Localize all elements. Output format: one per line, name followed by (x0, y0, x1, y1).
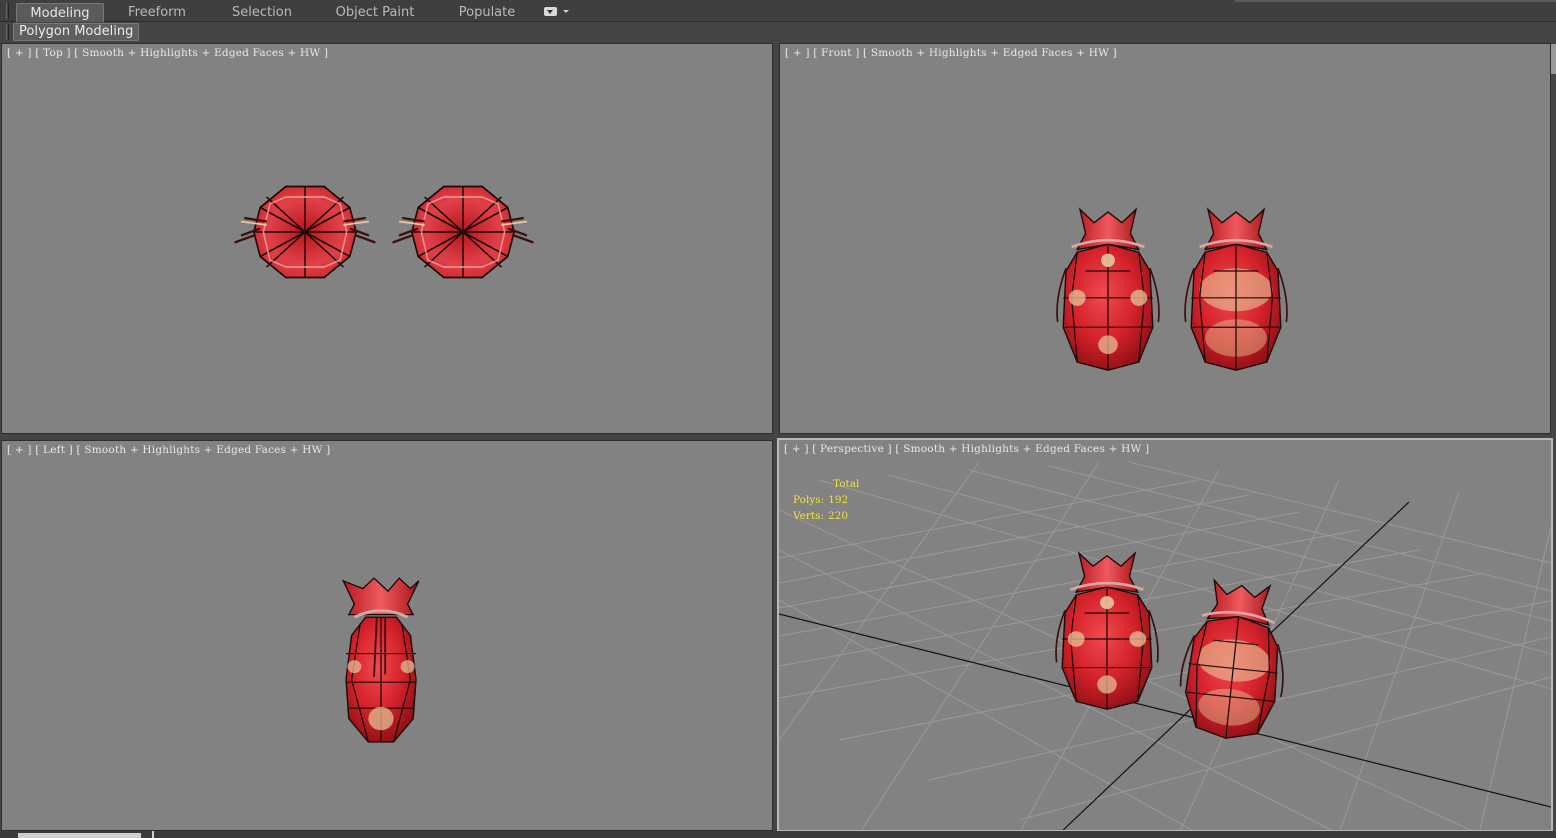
tab-object-paint[interactable]: Object Paint (330, 3, 420, 22)
pouch-side-view (341, 576, 421, 744)
left-view-scene (341, 576, 421, 744)
polys-value: 192 (828, 494, 849, 506)
pouch-top-view-b (391, 185, 535, 279)
pouch-front-view-a (1055, 207, 1161, 372)
tab-modeling[interactable]: Modeling (16, 3, 104, 22)
front-view-scene (1055, 207, 1289, 372)
pouch-top-view-a (233, 185, 377, 279)
tab-dropdown-icon[interactable] (544, 6, 570, 18)
polygon-modeling-button[interactable]: Polygon Modeling (13, 23, 140, 41)
viewport-front[interactable]: [ + ] [ Front ] [ Smooth + Highlights + … (779, 43, 1551, 434)
tab-populate[interactable]: Populate (452, 3, 522, 22)
pouch-perspective-a (1054, 551, 1160, 711)
viewport-left[interactable]: [ + ] [ Left ] [ Smooth + Highlights + E… (1, 440, 773, 831)
home-grid (779, 461, 1551, 830)
ribbon-panel-row: Polygon Modeling (0, 22, 1556, 42)
ribbon-grip-handle[interactable] (6, 3, 9, 19)
viewport-perspective[interactable]: [ + ] [ Perspective ] [ Smooth + Highlig… (777, 438, 1553, 832)
verts-label: Verts: (793, 510, 824, 522)
polys-label: Polys: (793, 494, 825, 506)
stats-header: Total (833, 478, 860, 490)
verts-value: 220 (828, 510, 849, 522)
tab-selection[interactable]: Selection (222, 3, 302, 22)
ribbon-divider (1235, 0, 1556, 2)
panel-grip-handle[interactable] (6, 24, 9, 40)
viewport-top[interactable]: [ + ] [ Top ] [ Smooth + Highlights + Ed… (1, 43, 773, 434)
timeline-strip (0, 831, 1556, 838)
top-view-scene (233, 185, 535, 279)
time-slider-next-button[interactable] (152, 831, 154, 838)
statistics-overlay: Total Polys: 192 Verts: 220 (793, 476, 859, 524)
pouch-front-view-b (1183, 207, 1289, 372)
ribbon-tab-bar: Modeling Freeform Selection Object Paint… (0, 0, 1556, 22)
tab-freeform[interactable]: Freeform (118, 3, 196, 22)
perspective-grid-scene (779, 461, 1551, 830)
command-panel-edge[interactable] (1551, 44, 1556, 74)
pouch-perspective-b (1173, 576, 1295, 745)
time-slider[interactable] (18, 833, 141, 838)
